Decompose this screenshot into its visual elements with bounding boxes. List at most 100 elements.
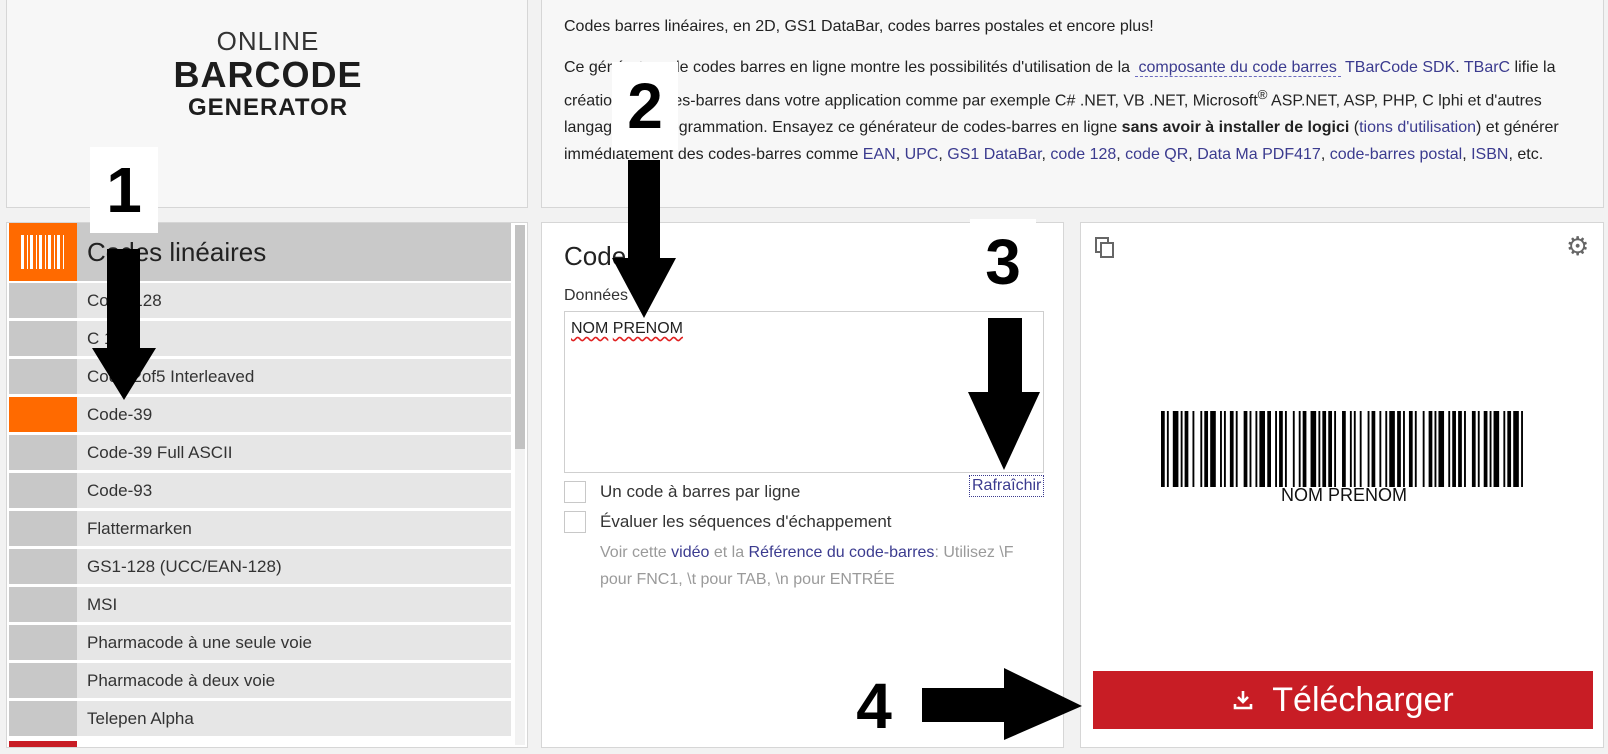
list-item[interactable]: GS1-128 (UCC/EAN-128): [9, 549, 511, 584]
barcode-bar: [1448, 411, 1451, 487]
barcode-bar: [1371, 411, 1376, 487]
list-item[interactable]: Pharmacode à deux voie: [9, 663, 511, 698]
link-video[interactable]: vidéo: [671, 544, 709, 561]
link-conditions[interactable]: tions d'utilisation: [1359, 119, 1476, 136]
copy-icon[interactable]: [1093, 235, 1117, 259]
help-text-1: Voir cette: [600, 544, 672, 561]
list-item[interactable]: Telepen Alpha: [9, 701, 511, 736]
link-ean[interactable]: EAN: [863, 146, 896, 163]
list-item[interactable]: Code-39 Full ASCII: [9, 435, 511, 470]
data-input[interactable]: NOM PRENOM: [564, 311, 1044, 473]
list-item-label: Flattermarken: [87, 518, 192, 538]
settings-gear-icon[interactable]: ⚙: [1566, 231, 1589, 262]
list-item-marker: [9, 625, 77, 660]
link-upc[interactable]: UPC: [905, 146, 939, 163]
barcode-bar: [1385, 411, 1388, 487]
list-item-label: Code-128: [87, 290, 162, 310]
barcode-bar: [1172, 411, 1179, 487]
list-item-label: MSI: [87, 594, 118, 614]
link-code128[interactable]: code 128: [1050, 146, 1116, 163]
intro-bold-text: sans avoir à installer de logici: [1121, 119, 1350, 137]
link-isbn[interactable]: ISBN: [1471, 146, 1508, 163]
link-data-matrix[interactable]: Data Ma: [1197, 146, 1257, 163]
category-title: Codes linéaires: [87, 237, 267, 267]
list-item-marker: [9, 511, 77, 546]
category-header-linear[interactable]: Codes linéaires: [9, 223, 511, 281]
barcode-bar: [1318, 411, 1321, 487]
list-item-label: GS1-128 (UCC/EAN-128): [87, 556, 282, 576]
download-button[interactable]: Télécharger: [1093, 671, 1593, 729]
barcode-bar: [1255, 411, 1258, 487]
link-barcode-reference[interactable]: Référence du code-barres: [749, 544, 935, 561]
barcode-bar: [1200, 411, 1203, 487]
list-item[interactable]: Code-93: [9, 473, 511, 508]
escape-sequences-label[interactable]: Évaluer les séquences d'échappement: [600, 512, 892, 532]
one-per-line-checkbox[interactable]: [564, 481, 586, 503]
barcode-bar: [1204, 411, 1209, 487]
barcode-bar: [1342, 411, 1346, 487]
list-item[interactable]: MSI: [9, 587, 511, 622]
list-item-marker: [9, 321, 77, 356]
annotation-number-2: 2: [612, 62, 678, 150]
intro-headline: Codes barres linéaires, en 2D, GS1 DataB…: [564, 18, 1154, 35]
barcode-bar: [1235, 411, 1238, 487]
link-gs1-databar[interactable]: GS1 DataBar: [947, 146, 1041, 163]
barcode-bar: [1180, 411, 1183, 487]
barcode-bar: [1279, 411, 1283, 487]
barcode-bar: [1210, 411, 1216, 487]
barcode-bar: [1259, 411, 1265, 487]
link-qr-code[interactable]: code QR: [1125, 146, 1188, 163]
list-item-label: Pharmacode à deux voie: [87, 670, 276, 690]
barcode-bar: [1229, 411, 1234, 487]
refresh-link[interactable]: Rafraîchir: [969, 475, 1045, 497]
list-item-marker: [9, 359, 77, 394]
scrollbar-thumb[interactable]: [515, 225, 525, 449]
list-item[interactable]: Code 2of5 Interleaved: [9, 359, 511, 394]
barcode-bar: [1220, 411, 1222, 487]
escape-help-text: Voir cette vidéo et la Référence du code…: [600, 539, 1050, 593]
barcode-bar: [1477, 411, 1480, 487]
list-item[interactable]: Code-128: [9, 283, 511, 318]
barcode-bar: [1408, 411, 1413, 487]
barcode-bar: [1223, 411, 1226, 487]
barcode-bar: [1353, 411, 1356, 487]
barcode-bar: [1471, 411, 1476, 487]
barcode-bar: [1521, 411, 1523, 487]
list-item[interactable]: C 1: [9, 321, 511, 356]
list-scrollbar[interactable]: [515, 225, 525, 745]
barcode-bar: [1503, 411, 1506, 487]
next-category-accent: [9, 741, 77, 747]
annotation-number-1: 1: [90, 147, 158, 233]
escape-sequences-checkbox[interactable]: [564, 511, 586, 533]
barcode-bar: [1292, 411, 1295, 487]
list-item[interactable]: Code-39: [9, 397, 511, 432]
annotation-number-4: 4: [856, 670, 892, 742]
barcode-bar: [1166, 411, 1169, 487]
list-item[interactable]: Pharmacode à une seule voie: [9, 625, 511, 660]
barcode-bar: [1483, 411, 1488, 487]
list-item-label: Code-39 Full ASCII: [87, 442, 233, 462]
barcode-bar: [1184, 411, 1189, 487]
barcode-bar: [1464, 411, 1466, 487]
one-per-line-label[interactable]: Un code à barres par ligne: [600, 482, 800, 502]
link-barcode-component[interactable]: composante du code barres: [1134, 59, 1341, 77]
symbology-title: Code 9: [564, 241, 648, 271]
barcode-bar: [1192, 411, 1195, 487]
barcode-bar: [1349, 411, 1352, 487]
logo-generator: GENERATOR: [187, 94, 349, 121]
data-word-1: NOM: [571, 320, 609, 337]
annotation-number-3: 3: [970, 219, 1036, 305]
barcode-bar: [1493, 411, 1500, 487]
intro-card: Codes barres linéaires, en 2D, GS1 DataB…: [541, 0, 1604, 208]
list-item[interactable]: Flattermarken: [9, 511, 511, 546]
barcode-image: [1161, 411, 1523, 487]
list-item-marker: [9, 397, 77, 432]
link-pdf417[interactable]: PDF417: [1262, 146, 1321, 163]
link-tbarcode-sdk[interactable]: TBarCode SDK: [1345, 59, 1455, 76]
link-postal[interactable]: code-barres postal: [1330, 146, 1463, 163]
barcode-bar: [1267, 411, 1271, 487]
link-tbarcode[interactable]: TBarC: [1464, 59, 1510, 76]
barcode-bar: [1403, 411, 1405, 487]
barcode-preview-panel: ⚙ NOM PRENOM Télécharger: [1080, 222, 1604, 748]
barcode-bar: [1428, 411, 1433, 487]
